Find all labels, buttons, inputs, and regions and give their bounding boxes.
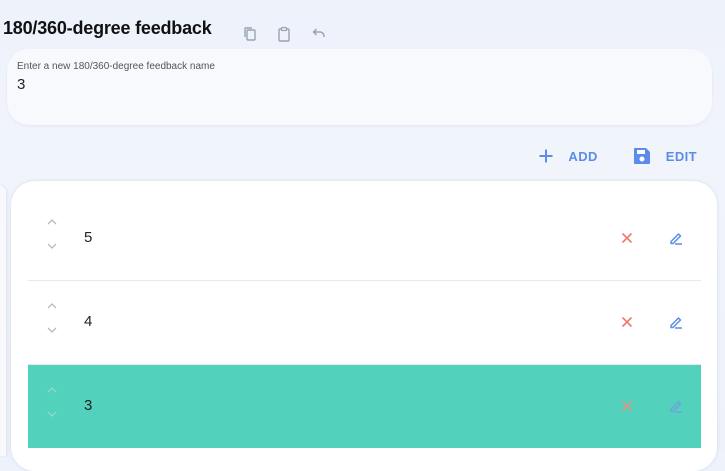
side-panel-edge	[0, 186, 6, 456]
chevron-down-icon	[47, 411, 57, 417]
move-down-button[interactable]	[44, 406, 60, 422]
close-icon	[621, 232, 633, 244]
list-item[interactable]: 5	[28, 197, 701, 281]
copy-icon	[244, 27, 256, 41]
paste-button[interactable]	[274, 24, 294, 44]
chevron-down-icon	[47, 243, 57, 249]
page-title: 180/360-degree feedback	[3, 18, 212, 38]
pencil-icon	[670, 233, 682, 245]
delete-button[interactable]	[617, 312, 637, 332]
pencil-icon	[670, 317, 682, 329]
list-item-value: 5	[84, 229, 93, 246]
list-item-value: 4	[84, 313, 93, 330]
feedback-name-label: Enter a new 180/360-degree feedback name	[17, 61, 215, 72]
order-controls	[44, 298, 60, 348]
pencil-icon	[670, 401, 682, 413]
close-icon	[621, 400, 633, 412]
list-item-value: 3	[84, 397, 93, 414]
delete-button[interactable]	[617, 396, 637, 416]
move-down-button[interactable]	[44, 322, 60, 338]
edit-item-button[interactable]	[666, 396, 686, 416]
undo-icon	[312, 28, 325, 37]
feedback-name-field[interactable]: Enter a new 180/360-degree feedback name	[7, 49, 712, 125]
save-icon	[633, 148, 650, 164]
chevron-up-icon	[47, 219, 57, 225]
edit-item-button[interactable]	[666, 228, 686, 248]
feedback-name-input[interactable]	[17, 76, 617, 93]
copy-button[interactable]	[240, 24, 260, 44]
list-actions: ADD EDIT	[538, 146, 697, 166]
chevron-down-icon	[47, 327, 57, 333]
paste-icon	[278, 26, 290, 42]
plus-icon	[539, 149, 553, 163]
undo-button[interactable]	[308, 24, 328, 44]
edit-item-button[interactable]	[666, 312, 686, 332]
move-up-button[interactable]	[44, 298, 60, 314]
chevron-up-icon	[47, 303, 57, 309]
list-item[interactable]: 4	[28, 281, 701, 365]
order-controls	[44, 214, 60, 264]
close-icon	[621, 316, 633, 328]
move-down-button[interactable]	[44, 238, 60, 254]
title-toolbar	[240, 24, 328, 44]
delete-button[interactable]	[617, 228, 637, 248]
move-up-button[interactable]	[44, 214, 60, 230]
edit-button-label: EDIT	[665, 148, 697, 164]
add-button[interactable]: ADD	[538, 148, 597, 164]
edit-button[interactable]: EDIT	[632, 146, 697, 166]
move-up-button[interactable]	[44, 382, 60, 398]
order-controls	[44, 382, 60, 432]
list-item-selected[interactable]: 3	[28, 365, 701, 448]
add-button-label: ADD	[568, 148, 598, 164]
chevron-up-icon	[47, 387, 57, 393]
feedback-list: 5 4 3	[11, 181, 717, 471]
